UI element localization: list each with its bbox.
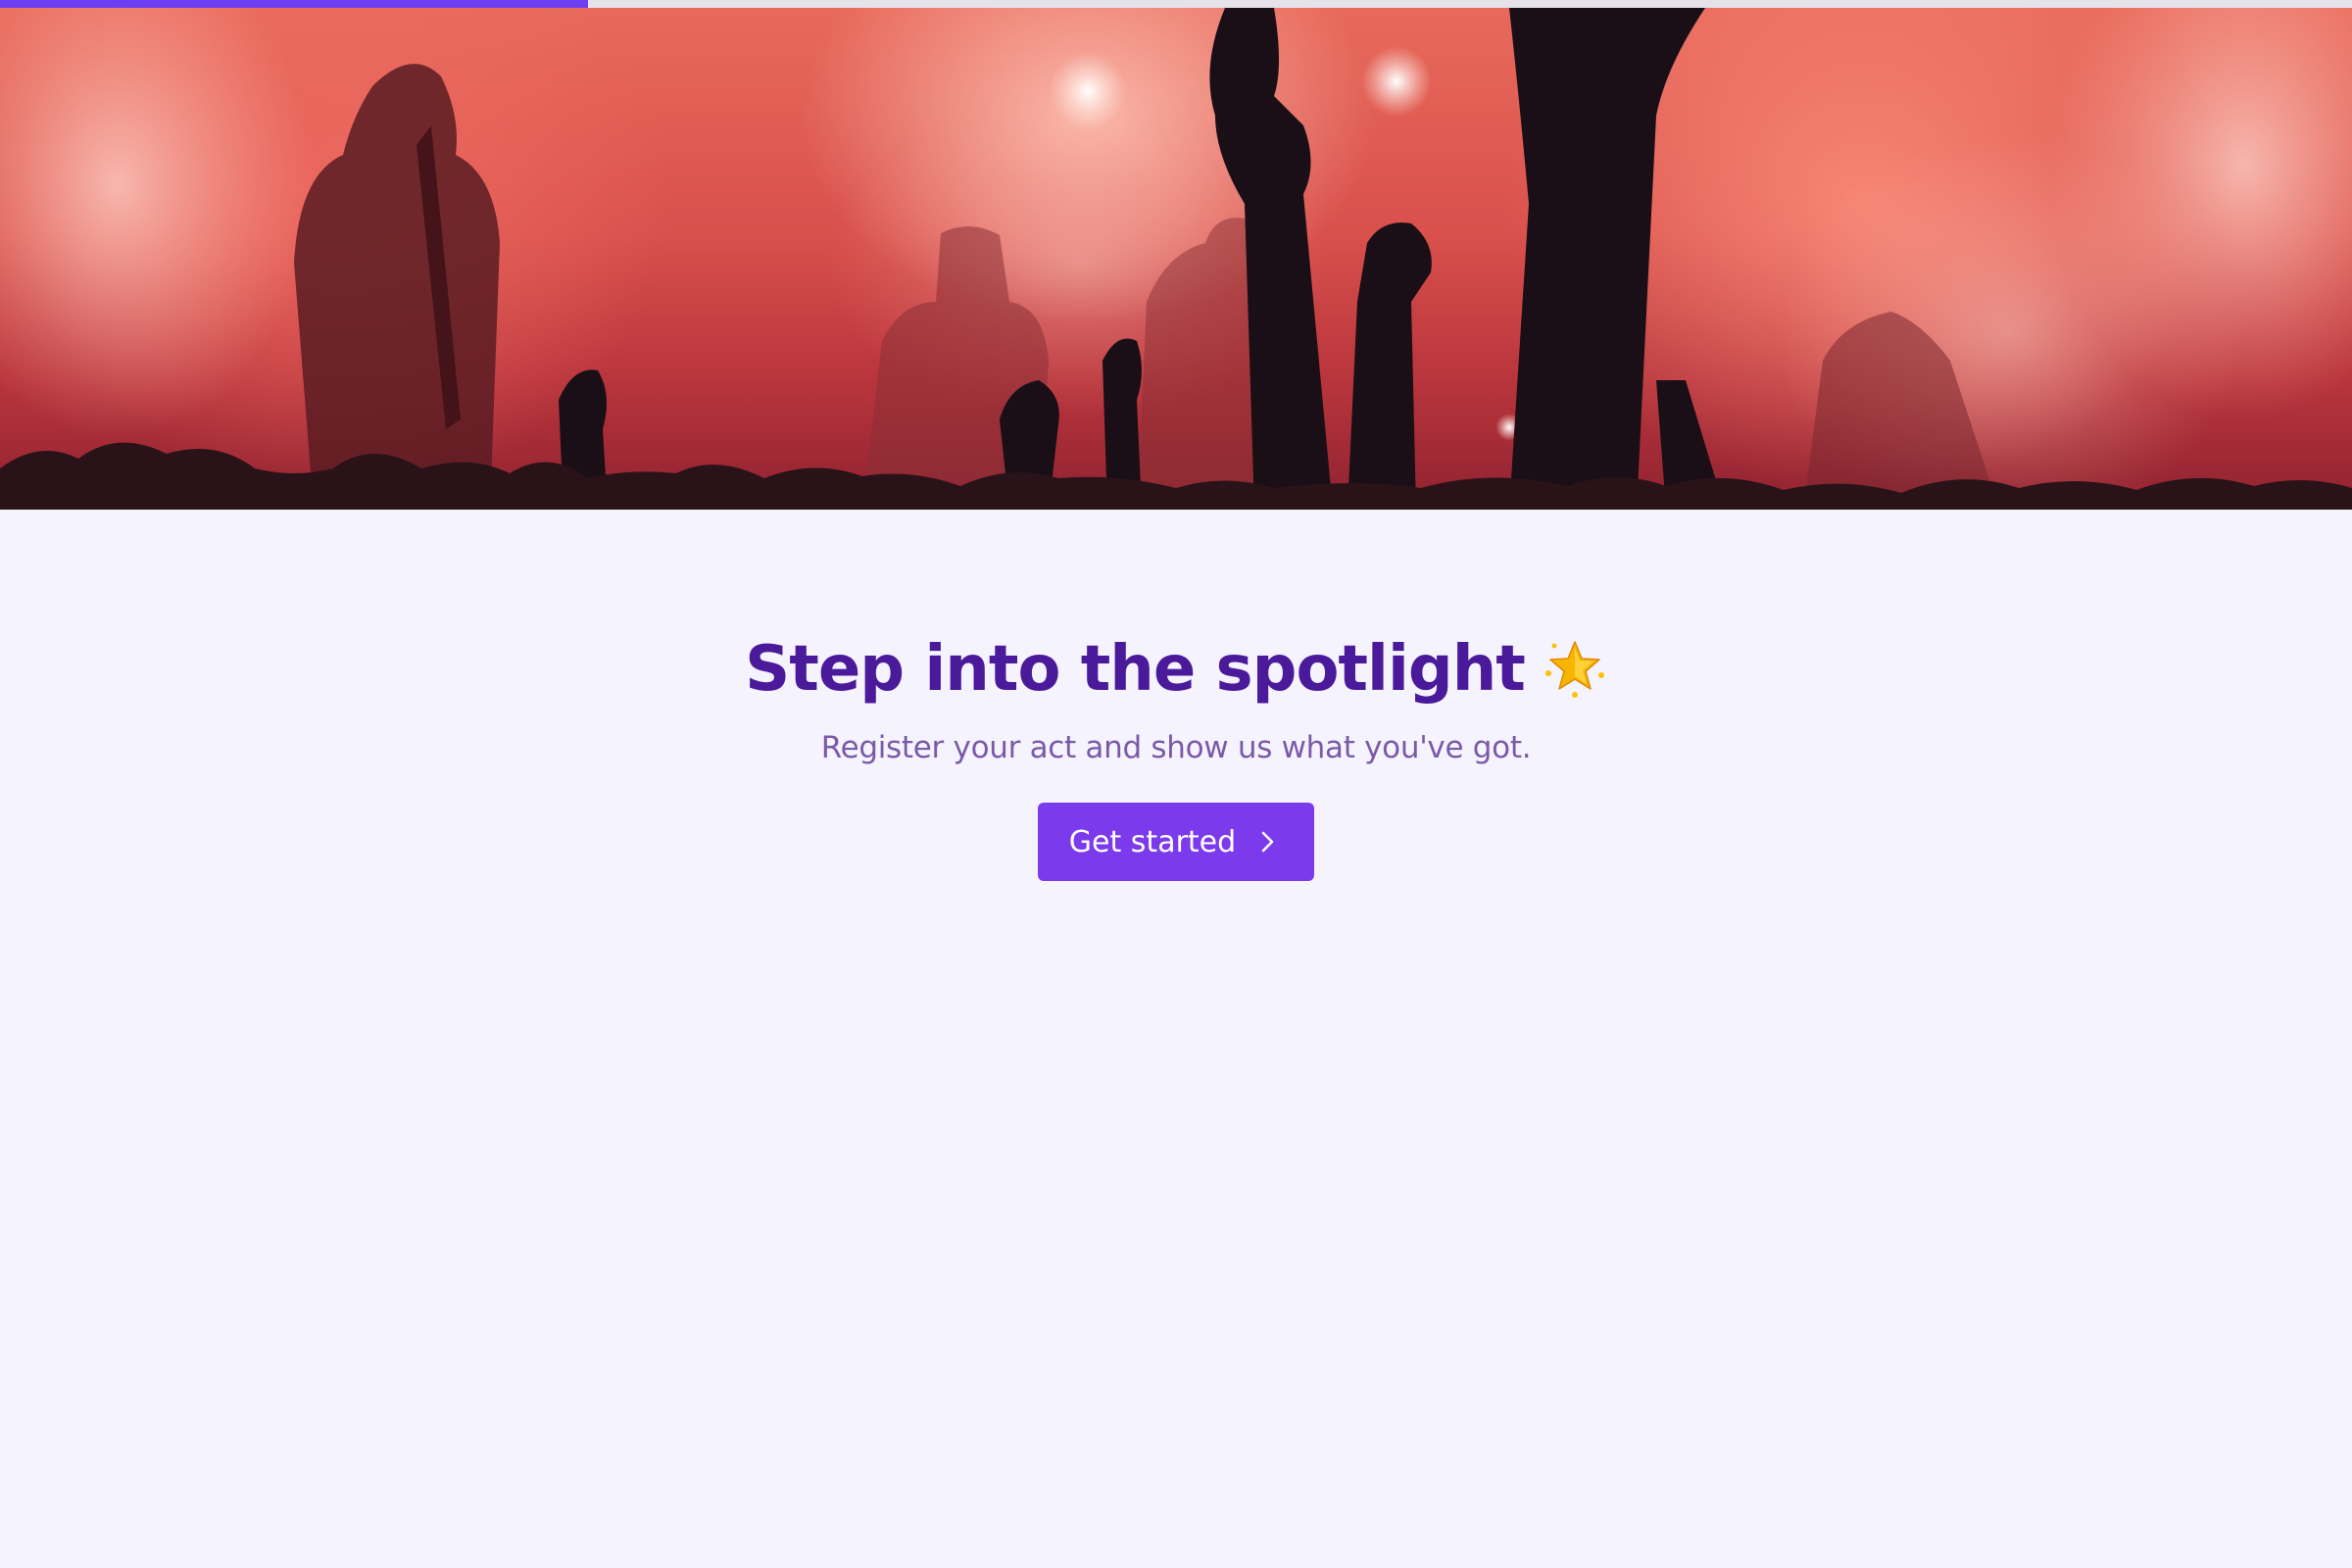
get-started-button[interactable]: Get started xyxy=(1037,803,1315,882)
page-title-text: Step into the spotlight xyxy=(745,633,1526,706)
subtitle: Register your act and show us what you'v… xyxy=(820,730,1532,766)
glowing-star-icon xyxy=(1543,634,1607,699)
page-title: Step into the spotlight xyxy=(0,635,2352,705)
progress-bar-fill xyxy=(0,0,588,8)
chevron-right-icon xyxy=(1261,832,1274,853)
concert-crowd-illustration xyxy=(0,8,2352,510)
welcome-page: Step into the spotlight Register your ac… xyxy=(0,0,2352,1568)
get-started-label: Get started xyxy=(1068,824,1237,859)
progress-bar xyxy=(0,0,2352,8)
welcome-content: Step into the spotlight Register your ac… xyxy=(0,510,2352,882)
hero-image xyxy=(0,8,2352,510)
